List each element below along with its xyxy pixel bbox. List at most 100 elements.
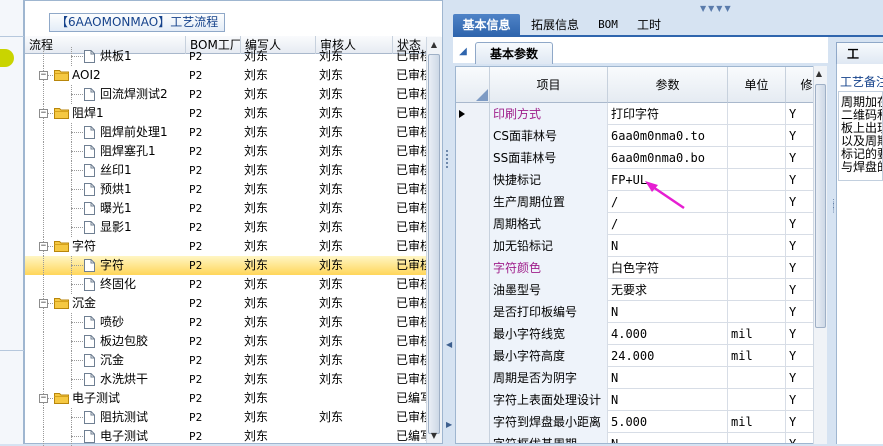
panel-splitter[interactable]	[443, 0, 453, 444]
param-value-field[interactable]: 无要求	[608, 279, 728, 301]
tree-row[interactable]: 预烘1 P2 刘东 刘东 已审核	[25, 180, 426, 199]
grid-row[interactable]: CS面菲林号 6aa0m0nma0.to Y	[456, 125, 826, 147]
param-value-field[interactable]: 白色字符	[608, 257, 728, 279]
scroll-up-icon[interactable]: ▲	[426, 37, 442, 53]
grid-row[interactable]: 字符上表面处理设计 N Y	[456, 389, 826, 411]
param-value-field[interactable]: 4.000	[608, 323, 728, 345]
process-notes-textarea[interactable]: 周期加在 二维码和 板上出现 以及周期 标记的要 与焊盘的	[838, 91, 883, 181]
param-name[interactable]: 最小字符线宽	[490, 323, 608, 345]
grid-row[interactable]: 周期是否为阴字 N Y	[456, 367, 826, 389]
tree-row[interactable]: 板边包胶 P2 刘东 刘东 已审核	[25, 332, 426, 351]
tree-row[interactable]: − 阻焊1 P2 刘东 刘东 已审核	[25, 104, 426, 123]
param-value-field[interactable]: 6aa0m0nma0.to	[608, 125, 728, 147]
param-name[interactable]: 是否打印板编号	[490, 301, 608, 323]
tree-row[interactable]: 丝印1 P2 刘东 刘东 已审核	[25, 161, 426, 180]
grid-row[interactable]: 生产周期位置 / Y	[456, 191, 826, 213]
param-name[interactable]: 印刷方式	[490, 103, 608, 125]
tree-row[interactable]: 阻焊前处理1 P2 刘东 刘东 已审核	[25, 123, 426, 142]
param-name[interactable]: 生产周期位置	[490, 191, 608, 213]
param-value-field[interactable]: N	[608, 301, 728, 323]
panel-splitter-right[interactable]	[828, 37, 836, 444]
tab-bom[interactable]: BOM	[590, 14, 626, 36]
collapse-left-icon[interactable]: ◀	[446, 340, 452, 349]
param-name[interactable]: 油墨型号	[490, 279, 608, 301]
tree-row[interactable]: − 电子测试 P2 刘东 已编写	[25, 389, 426, 408]
param-name[interactable]: 快捷标记	[490, 169, 608, 191]
param-value-field[interactable]: N	[608, 433, 728, 443]
param-name[interactable]: 最小字符高度	[490, 345, 608, 367]
expand-right-icon[interactable]: ▶	[446, 420, 452, 429]
tree-row[interactable]: 阻抗测试 P2 刘东 刘东 已审核	[25, 408, 426, 427]
grid-scroll-thumb[interactable]	[815, 84, 826, 328]
grid-row[interactable]: 印刷方式 打印字符 Y	[456, 103, 826, 125]
grid-row[interactable]: 周期格式 / Y	[456, 213, 826, 235]
collapse-icon[interactable]: −	[39, 242, 48, 251]
tree-row[interactable]: 终固化 P2 刘东 刘东 已审核	[25, 275, 426, 294]
tree-row[interactable]: − 字符 P2 刘东 刘东 已审核	[25, 237, 426, 256]
tree-connector	[71, 417, 83, 418]
grid-header-param[interactable]: 参数	[608, 67, 728, 103]
param-name[interactable]: CS面菲林号	[490, 125, 608, 147]
tree-row[interactable]: 字符 P2 刘东 刘东 已审核	[25, 256, 426, 275]
grid-row[interactable]: 字符颜色 白色字符 Y	[456, 257, 826, 279]
param-name[interactable]: 字符颜色	[490, 257, 608, 279]
tab-basic-info[interactable]: 基本信息	[453, 14, 520, 36]
tree-item-label: 预烘1	[100, 182, 132, 196]
param-value-field[interactable]: 24.000	[608, 345, 728, 367]
collapse-icon[interactable]: −	[39, 394, 48, 403]
grid-row[interactable]: 快捷标记 FP+UL Y	[456, 169, 826, 191]
grid-row[interactable]: 最小字符高度 24.000 mil Y	[456, 345, 826, 367]
tree-row[interactable]: 显影1 P2 刘东 刘东 已审核	[25, 218, 426, 237]
grid-row[interactable]: 是否打印板编号 N Y	[456, 301, 826, 323]
param-name[interactable]: 字符到焊盘最小距离	[490, 411, 608, 433]
param-value-field[interactable]: FP+UL	[608, 169, 728, 191]
tab-extended-info[interactable]: 拓展信息	[524, 14, 586, 36]
tree-row[interactable]: 电子测试 P2 刘东 已编写	[25, 427, 426, 446]
collapse-icon[interactable]: −	[39, 109, 48, 118]
param-name[interactable]: 加无铅标记	[490, 235, 608, 257]
grid-row[interactable]: 油墨型号 无要求 Y	[456, 279, 826, 301]
param-name[interactable]: 周期格式	[490, 213, 608, 235]
tree-row[interactable]: − AOI2 P2 刘东 刘东 已审核	[25, 66, 426, 85]
param-name[interactable]: SS面菲林号	[490, 147, 608, 169]
scroll-down-icon[interactable]: ▼	[426, 428, 442, 444]
param-value-field[interactable]: /	[608, 213, 728, 235]
param-unit	[728, 433, 786, 443]
tree-row[interactable]: 烘板1 P2 刘东 刘东 已审核	[25, 47, 426, 66]
param-value-field[interactable]: 打印字符	[608, 103, 728, 125]
param-value-field[interactable]: N	[608, 389, 728, 411]
param-value-field[interactable]: N	[608, 367, 728, 389]
tab-basic-params[interactable]: 基本参数	[475, 42, 553, 64]
scroll-up-icon[interactable]: ▲	[812, 66, 826, 82]
tree-row[interactable]: − 沉金 P2 刘东 刘东 已审核	[25, 294, 426, 313]
collapse-top-icon[interactable]: ▼▼▼▼	[700, 4, 790, 13]
grid-row[interactable]: 最小字符线宽 4.000 mil Y	[456, 323, 826, 345]
param-name[interactable]: 周期是否为阴字	[490, 367, 608, 389]
tab-work-hours[interactable]: 工时	[631, 14, 667, 36]
collapse-icon[interactable]: −	[39, 71, 48, 80]
param-value-field[interactable]: 5.000	[608, 411, 728, 433]
grid-header-item[interactable]: 项目	[490, 67, 608, 103]
tree-scroll-thumb[interactable]	[428, 54, 440, 434]
tab-process-notes[interactable]: 工	[836, 42, 883, 64]
tree-row[interactable]: 阻焊塞孔1 P2 刘东 刘东 已审核	[25, 142, 426, 161]
param-value-field[interactable]: 6aa0m0nma0.bo	[608, 147, 728, 169]
param-value-field[interactable]: /	[608, 191, 728, 213]
tree-row[interactable]: 回流焊测试2 P2 刘东 刘东 已审核	[25, 85, 426, 104]
tree-row[interactable]: 沉金 P2 刘东 刘东 已审核	[25, 351, 426, 370]
param-value-field[interactable]: N	[608, 235, 728, 257]
grid-row[interactable]: 字符到焊盘最小距离 5.000 mil Y	[456, 411, 826, 433]
grid-row[interactable]: 加无铅标记 N Y	[456, 235, 826, 257]
tree-row[interactable]: 水洗烘干 P2 刘东 刘东 已审核	[25, 370, 426, 389]
collapse-icon[interactable]: −	[39, 299, 48, 308]
tab-scroll-left-icon[interactable]: ◢	[456, 45, 470, 59]
param-name[interactable]: 字符上表面处理设计	[490, 389, 608, 411]
cell-reviewer: 刘东	[319, 353, 344, 367]
tree-connector	[43, 85, 44, 104]
param-name[interactable]: 字符框优基周期	[490, 433, 608, 443]
tree-row[interactable]: 喷砂 P2 刘东 刘东 已审核	[25, 313, 426, 332]
grid-row[interactable]: 字符框优基周期 N Y	[456, 433, 826, 443]
tree-row[interactable]: 曝光1 P2 刘东 刘东 已审核	[25, 199, 426, 218]
grid-row[interactable]: SS面菲林号 6aa0m0nma0.bo Y	[456, 147, 826, 169]
grid-header-unit[interactable]: 单位	[728, 67, 786, 103]
